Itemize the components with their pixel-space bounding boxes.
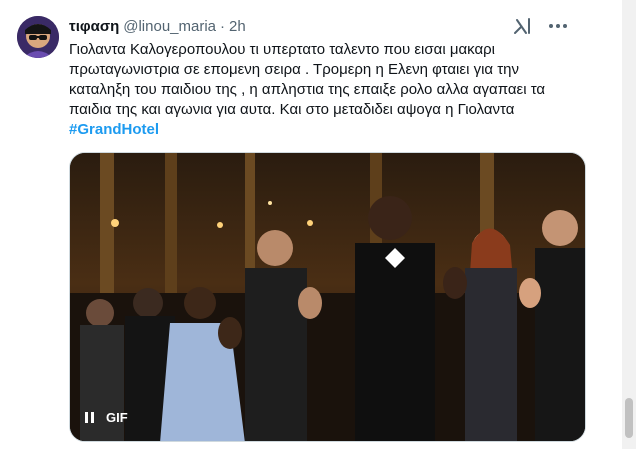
separator-dot: · xyxy=(220,17,226,35)
avatar-image xyxy=(17,16,59,58)
tweet-text: Γιολαντα Καλογεροπουλου τι υπερτατο ταλε… xyxy=(69,40,589,140)
user-handle[interactable]: @linou_maria xyxy=(123,18,216,35)
gif-media[interactable]: GIF xyxy=(69,152,586,442)
gif-badge: GIF xyxy=(106,409,128,425)
tweet-text-line: παιδια της και αγωνια για αυτα. Και στο … xyxy=(69,101,515,118)
timestamp[interactable]: 2h xyxy=(229,18,246,35)
scrollbar-thumb[interactable] xyxy=(625,398,633,438)
more-dots-icon[interactable] xyxy=(546,16,570,36)
gif-controls: GIF xyxy=(82,405,128,429)
display-name[interactable]: τιφαση xyxy=(69,18,119,35)
tweet-text-line: πρωταγωνιστρια σε επομενη σειρα . Τρομερ… xyxy=(69,61,520,78)
tweet-header: τιφαση @linou_maria · 2h xyxy=(69,16,246,36)
tweet-text-line: καταληξη του παιδιου της , η απληστια τη… xyxy=(69,81,546,98)
gif-frame-image xyxy=(70,153,585,441)
avatar[interactable] xyxy=(17,16,59,58)
hashtag-link[interactable]: #GrandHotel xyxy=(69,120,589,140)
pause-icon[interactable] xyxy=(82,410,96,424)
grok-icon[interactable] xyxy=(512,16,532,36)
tweet-card[interactable]: τιφαση @linou_maria · 2h Γιολαντα Καλογε… xyxy=(0,0,622,449)
tweet-text-line: Γιολαντα Καλογεροπουλου τι υπερτατο ταλε… xyxy=(69,41,495,58)
scrollbar[interactable] xyxy=(622,0,636,449)
